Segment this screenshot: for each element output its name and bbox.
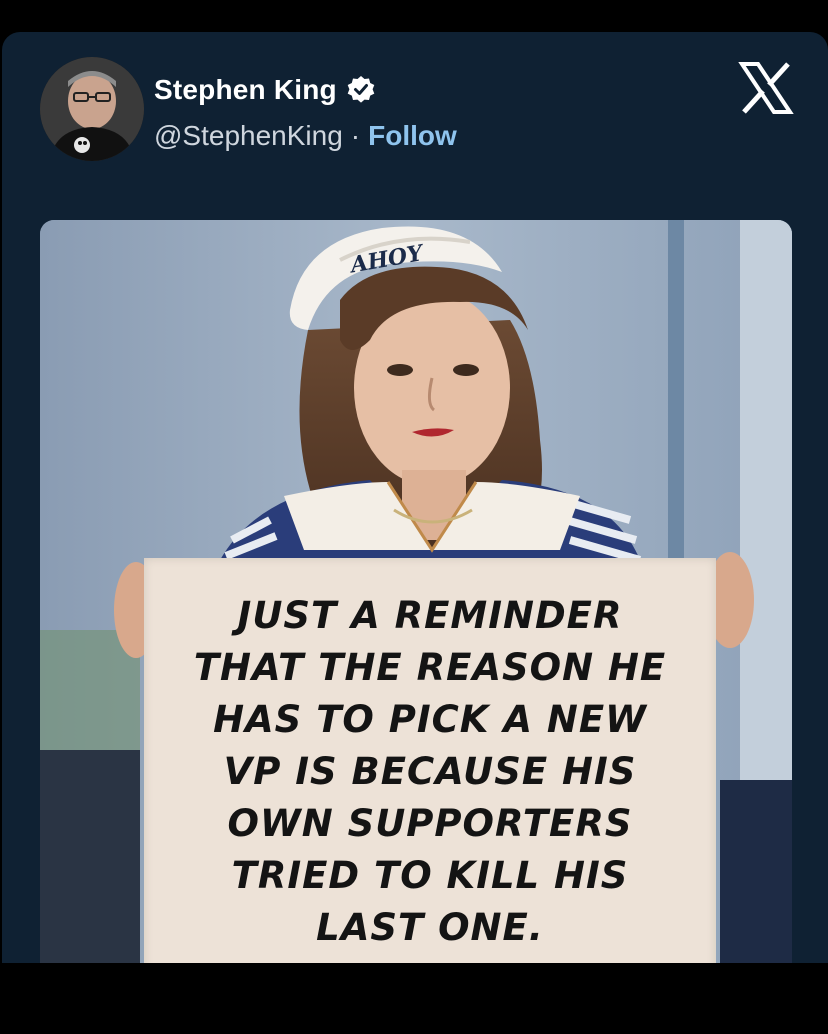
author-avatar[interactable] bbox=[40, 57, 144, 161]
post-card[interactable]: Stephen King @StephenKing · Follow AHOY … bbox=[2, 32, 828, 963]
verified-badge-icon bbox=[345, 74, 377, 106]
sign-board: JUST A REMINDER THAT THE REASON HE HAS T… bbox=[144, 558, 716, 963]
sign-line-2: THAT THE REASON HE bbox=[193, 646, 667, 689]
post-header: Stephen King @StephenKing · Follow bbox=[2, 32, 828, 202]
sign-line-7: LAST ONE. bbox=[316, 906, 544, 949]
follow-button[interactable]: Follow bbox=[368, 120, 457, 152]
sign-line-1: JUST A REMINDER bbox=[237, 594, 623, 637]
separator-dot: · bbox=[350, 120, 361, 151]
sign-line-5: OWN SUPPORTERS bbox=[227, 802, 633, 845]
author-handle[interactable]: @StephenKing bbox=[154, 120, 343, 152]
screen: Stephen King @StephenKing · Follow AHOY … bbox=[0, 0, 828, 1034]
sign-line-3: HAS TO PICK A NEW bbox=[213, 698, 647, 741]
author-display-name[interactable]: Stephen King bbox=[154, 74, 337, 106]
author-name-row: Stephen King bbox=[154, 70, 377, 110]
post-media-image[interactable]: AHOY JUST A REMINDER THAT THE REASON HE … bbox=[40, 220, 792, 963]
sign-line-4: VP IS BECAUSE HIS bbox=[223, 750, 637, 793]
sign-line-6: TRIED TO KILL HIS bbox=[231, 854, 629, 897]
x-logo-icon[interactable] bbox=[738, 62, 794, 114]
author-handle-row: @StephenKing · Follow bbox=[154, 116, 457, 156]
